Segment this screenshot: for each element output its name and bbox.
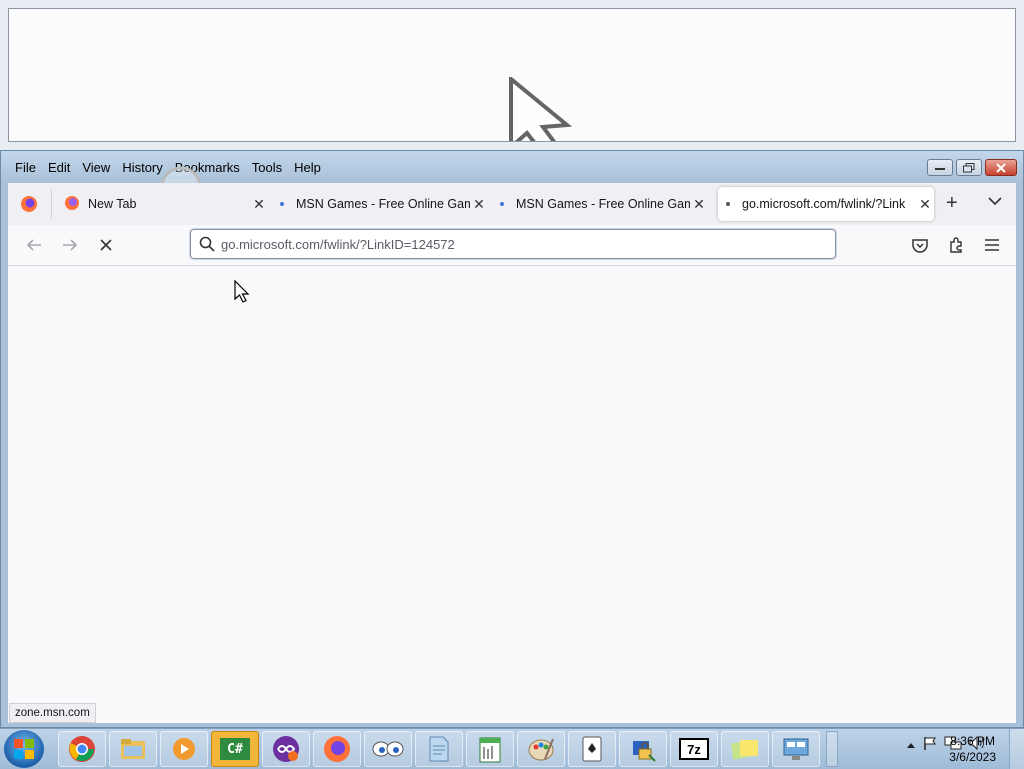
window-controls (927, 159, 1017, 176)
show-desktop-button[interactable] (1009, 729, 1024, 769)
extensions-button[interactable] (944, 233, 968, 257)
firefox-icon[interactable] (313, 731, 361, 767)
taskbar-scroll-handle[interactable] (826, 731, 838, 767)
menu-file[interactable]: File (9, 160, 42, 175)
close-window-button[interactable] (985, 159, 1017, 176)
csharp-icon[interactable]: C# (211, 731, 259, 767)
taskbar-pinned-apps: C# 7z (58, 731, 820, 767)
tab-strip: New Tab ✕ MSN Games - Free Online Gam ✕ … (8, 183, 1016, 225)
clock-time: 8:36 PM (950, 734, 995, 748)
forward-button[interactable] (58, 233, 82, 257)
7zip-icon[interactable]: 7z (670, 731, 718, 767)
minimize-icon (935, 167, 945, 170)
notepad-icon[interactable] (466, 731, 514, 767)
animated-app-icon[interactable] (262, 731, 310, 767)
mouse-pointer-icon (234, 280, 250, 303)
taskbar: C# 7z 8:36 PM 3/6/2023 (0, 728, 1024, 769)
stop-loading-button[interactable] (94, 233, 118, 257)
firefox-view-icon[interactable] (20, 195, 38, 216)
close-icon (996, 162, 1006, 173)
tab-separator (51, 189, 52, 219)
restore-icon (963, 162, 975, 172)
paint-icon[interactable] (517, 731, 565, 767)
status-link-preview: zone.msn.com (9, 703, 96, 723)
tab-close-icon[interactable]: ✕ (690, 196, 708, 213)
eyes-icon[interactable] (364, 731, 412, 767)
firefox-tab-icon (64, 195, 80, 214)
tab-close-icon[interactable]: ✕ (916, 196, 934, 213)
7zip-label: 7z (679, 738, 709, 760)
new-tab-plus-icon[interactable]: + (946, 193, 958, 213)
media-player-icon[interactable] (160, 731, 208, 767)
tab-msn-games-2[interactable]: MSN Games - Free Online Gam ✕ (492, 187, 708, 221)
tab-label: MSN Games - Free Online Gam (296, 197, 470, 211)
tab-close-icon[interactable]: ✕ (470, 196, 488, 213)
chrome-icon[interactable] (58, 731, 106, 767)
magnifier-window (0, 0, 1024, 150)
tab-loading-dot-icon (500, 202, 504, 206)
back-button[interactable] (22, 233, 46, 257)
tab-msn-games-1[interactable]: MSN Games - Free Online Gam ✕ (272, 187, 488, 221)
back-arrow-icon (26, 239, 41, 251)
stop-x-icon (100, 239, 112, 251)
menu-edit[interactable]: Edit (42, 160, 76, 175)
clock-date: 3/6/2023 (949, 750, 996, 764)
puzzle-piece-icon (950, 237, 962, 253)
minimize-button[interactable] (927, 159, 953, 176)
tab-new-tab[interactable]: New Tab ✕ (58, 187, 268, 221)
file-explorer-icon[interactable] (109, 731, 157, 767)
tab-loading-dot-icon (280, 202, 284, 206)
network-lock-icon[interactable] (619, 731, 667, 767)
app-menu-button[interactable] (980, 233, 1004, 257)
magnifier-view (8, 8, 1016, 142)
restore-button[interactable] (956, 159, 982, 176)
pocket-icon (912, 238, 928, 253)
menu-help[interactable]: Help (288, 160, 327, 175)
firefox-window: File Edit View History Bookmarks Tools H… (0, 150, 1024, 728)
taskbar-clock[interactable]: 8:36 PM 3/6/2023 (949, 733, 996, 765)
magnified-cursor-icon (509, 77, 573, 141)
solitaire-icon[interactable] (568, 731, 616, 767)
url-bar[interactable] (189, 228, 837, 260)
search-icon (199, 236, 215, 252)
title-bar: File Edit View History Bookmarks Tools H… (1, 151, 1023, 225)
menu-view[interactable]: View (76, 160, 116, 175)
tab-fwlink[interactable]: go.microsoft.com/fwlink/?Link ✕ (718, 187, 934, 221)
document-icon[interactable] (415, 731, 463, 767)
tab-label: MSN Games - Free Online Gam (516, 197, 690, 211)
menu-tools[interactable]: Tools (246, 160, 288, 175)
page-content (8, 266, 1016, 723)
url-input[interactable] (215, 236, 835, 252)
action-center-flag-icon[interactable] (922, 735, 938, 754)
tab-label: go.microsoft.com/fwlink/?Link (742, 197, 906, 211)
remote-desktop-icon[interactable] (772, 731, 820, 767)
pocket-button[interactable] (908, 233, 932, 257)
forward-arrow-icon (63, 239, 78, 251)
tab-close-icon[interactable]: ✕ (250, 196, 268, 213)
windows-logo-icon (14, 739, 34, 759)
tab-loading-dot-icon (726, 202, 730, 206)
tab-label: New Tab (88, 197, 137, 211)
sticky-notes-icon[interactable] (721, 731, 769, 767)
hamburger-menu-icon (985, 239, 999, 251)
start-button[interactable] (4, 730, 44, 768)
list-tabs-chevron-icon[interactable] (988, 195, 1002, 209)
show-hidden-icons-icon[interactable] (906, 738, 916, 752)
navigation-toolbar (8, 225, 1016, 266)
csharp-label: C# (220, 738, 250, 760)
